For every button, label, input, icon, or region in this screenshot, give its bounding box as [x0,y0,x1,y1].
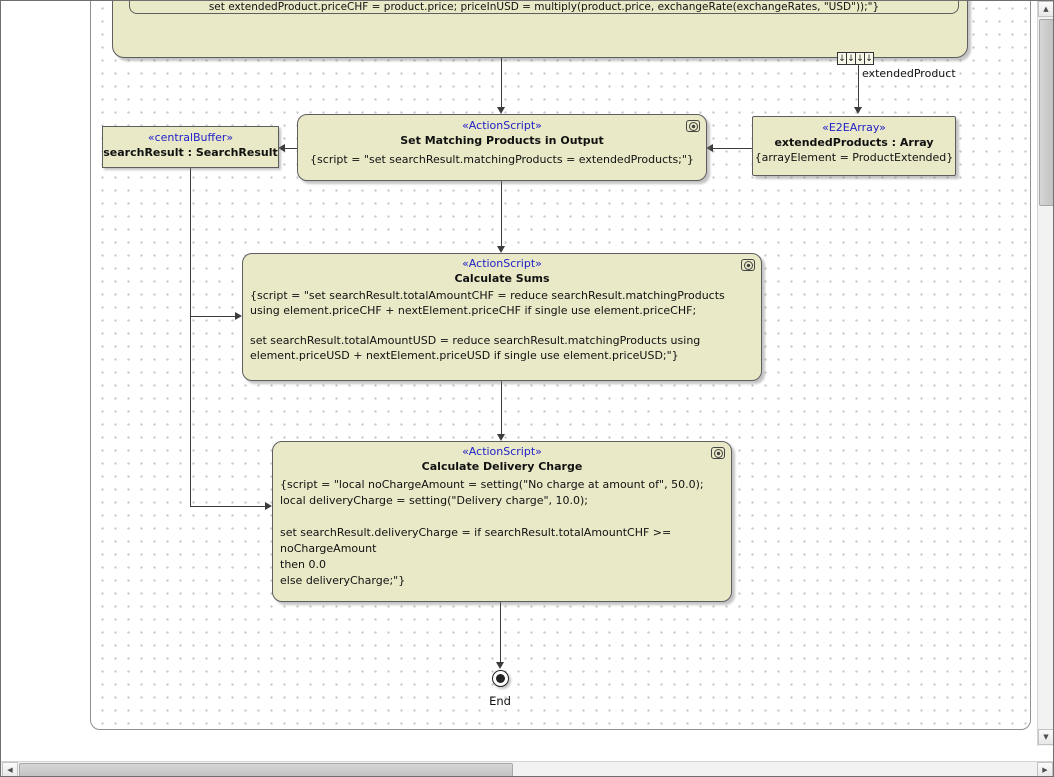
script-line: else deliveryCharge;"} [280,574,406,587]
edge-buffer-to-sums[interactable] [190,316,236,317]
script-line: set searchResult.totalAmountUSD = reduce… [250,334,701,347]
script-line [250,318,754,333]
edge-sums-to-delivery[interactable] [501,381,502,435]
scroll-right-icon: ▶ [1042,766,1048,774]
action-script: {script = "set searchResult.matchingProd… [310,153,694,166]
horizontal-scrollbar-thumb[interactable] [19,763,513,776]
e2e-array-node[interactable]: «E2EArray» extendedProducts : Array {arr… [752,116,956,176]
stereotype-label: «ActionScript» [462,445,542,458]
vertical-scrollbar-thumb[interactable] [1039,19,1053,206]
arrowhead-down-icon [497,246,505,253]
end-node-label: End [489,694,511,708]
action-title: Set Matching Products in Output [400,134,604,147]
array-name: extendedProducts : Array [774,136,934,149]
action-calculate-sums[interactable]: «ActionScript» Calculate Sums {script = … [242,253,762,381]
diagram-canvas[interactable]: set extendedProduct.priceCHF = product.p… [2,1,1037,746]
stereotype-label: «E2EArray» [822,121,886,134]
scroll-up-icon: ▲ [1043,5,1049,13]
clipped-expansion-region[interactable]: set extendedProduct.priceCHF = product.p… [112,1,968,58]
script-line: then 0.0 [280,558,327,571]
action-set-matching-products[interactable]: «ActionScript» Set Matching Products in … [297,114,707,181]
arrowhead-left-icon [278,144,285,152]
action-calculate-delivery-charge[interactable]: «ActionScript» Calculate Delivery Charge… [272,441,732,602]
arrowhead-down-icon [854,107,862,114]
vertical-scrollbar[interactable]: ▲ ▼ [1037,1,1053,746]
clipped-script-text: set extendedProduct.priceCHF = product.p… [208,1,880,13]
stereotype-label: «ActionScript» [462,257,542,270]
arrowhead-right-icon [265,502,272,510]
buffer-name: searchResult : SearchResult [103,146,278,159]
arrowhead-down-icon [496,662,504,669]
action-script: {script = "set searchResult.totalAmountC… [243,286,761,363]
diagram-window: set extendedProduct.priceCHF = product.p… [0,0,1054,777]
array-tagged-value: {arrayElement = ProductExtended} [754,151,954,164]
scroll-up-button[interactable]: ▲ [1038,1,1053,17]
arrowhead-right-icon [235,312,242,320]
scroll-right-button[interactable]: ▶ [1037,762,1053,776]
script-line: {script = "set searchResult.totalAmountC… [250,289,725,302]
action-title: Calculate Delivery Charge [421,460,583,473]
scroll-left-button[interactable]: ◀ [2,762,18,776]
clipped-action-node[interactable]: set extendedProduct.priceCHF = product.p… [129,1,959,14]
edge-delivery-to-end[interactable] [500,602,501,663]
edge-array-to-setmatching[interactable] [713,148,752,149]
script-icon [686,120,700,132]
scroll-left-icon: ◀ [7,766,13,774]
edge-buffer-trunk[interactable] [190,168,191,507]
expansion-output-node[interactable]: ↓ ↓ ↓ ↓ [837,52,874,65]
expansion-node-label: extendedProduct [862,67,956,80]
stereotype-label: «centralBuffer» [147,131,234,144]
script-line: element.priceUSD + nextElement.priceUSD … [250,349,679,362]
arrowhead-left-icon [706,144,713,152]
edge-setmatching-to-sums[interactable] [501,181,502,247]
script-line: using element.priceCHF + nextElement.pri… [250,304,697,317]
edge-region-to-array[interactable] [858,65,859,108]
action-script: {script = "local noChargeAmount = settin… [273,475,731,589]
scroll-down-button[interactable]: ▼ [1038,729,1053,745]
stereotype-label: «ActionScript» [462,119,542,132]
script-icon [741,259,755,271]
scroll-down-icon: ▼ [1043,733,1049,741]
edge-setmatching-to-buffer[interactable] [285,148,297,149]
activity-final-node[interactable] [492,670,509,687]
script-icon [711,447,725,459]
arrowhead-down-icon [497,434,505,441]
action-title: Calculate Sums [454,272,550,285]
edge-region-to-setmatching[interactable] [501,58,502,108]
script-line: set searchResult.deliveryCharge = if sea… [280,526,672,539]
horizontal-scrollbar[interactable]: ◀ ▶ [1,761,1053,776]
arrowhead-down-icon [497,107,505,114]
expansion-pin-icon: ↓ [864,52,874,65]
script-line: local deliveryCharge = setting("Delivery… [280,494,589,507]
script-line [280,509,724,525]
activity-final-dot-icon [496,674,505,683]
edge-buffer-to-delivery[interactable] [190,506,266,507]
central-buffer-node[interactable]: «centralBuffer» searchResult : SearchRes… [102,126,279,168]
script-line: {script = "local noChargeAmount = settin… [280,478,704,491]
script-line: noChargeAmount [280,542,377,555]
